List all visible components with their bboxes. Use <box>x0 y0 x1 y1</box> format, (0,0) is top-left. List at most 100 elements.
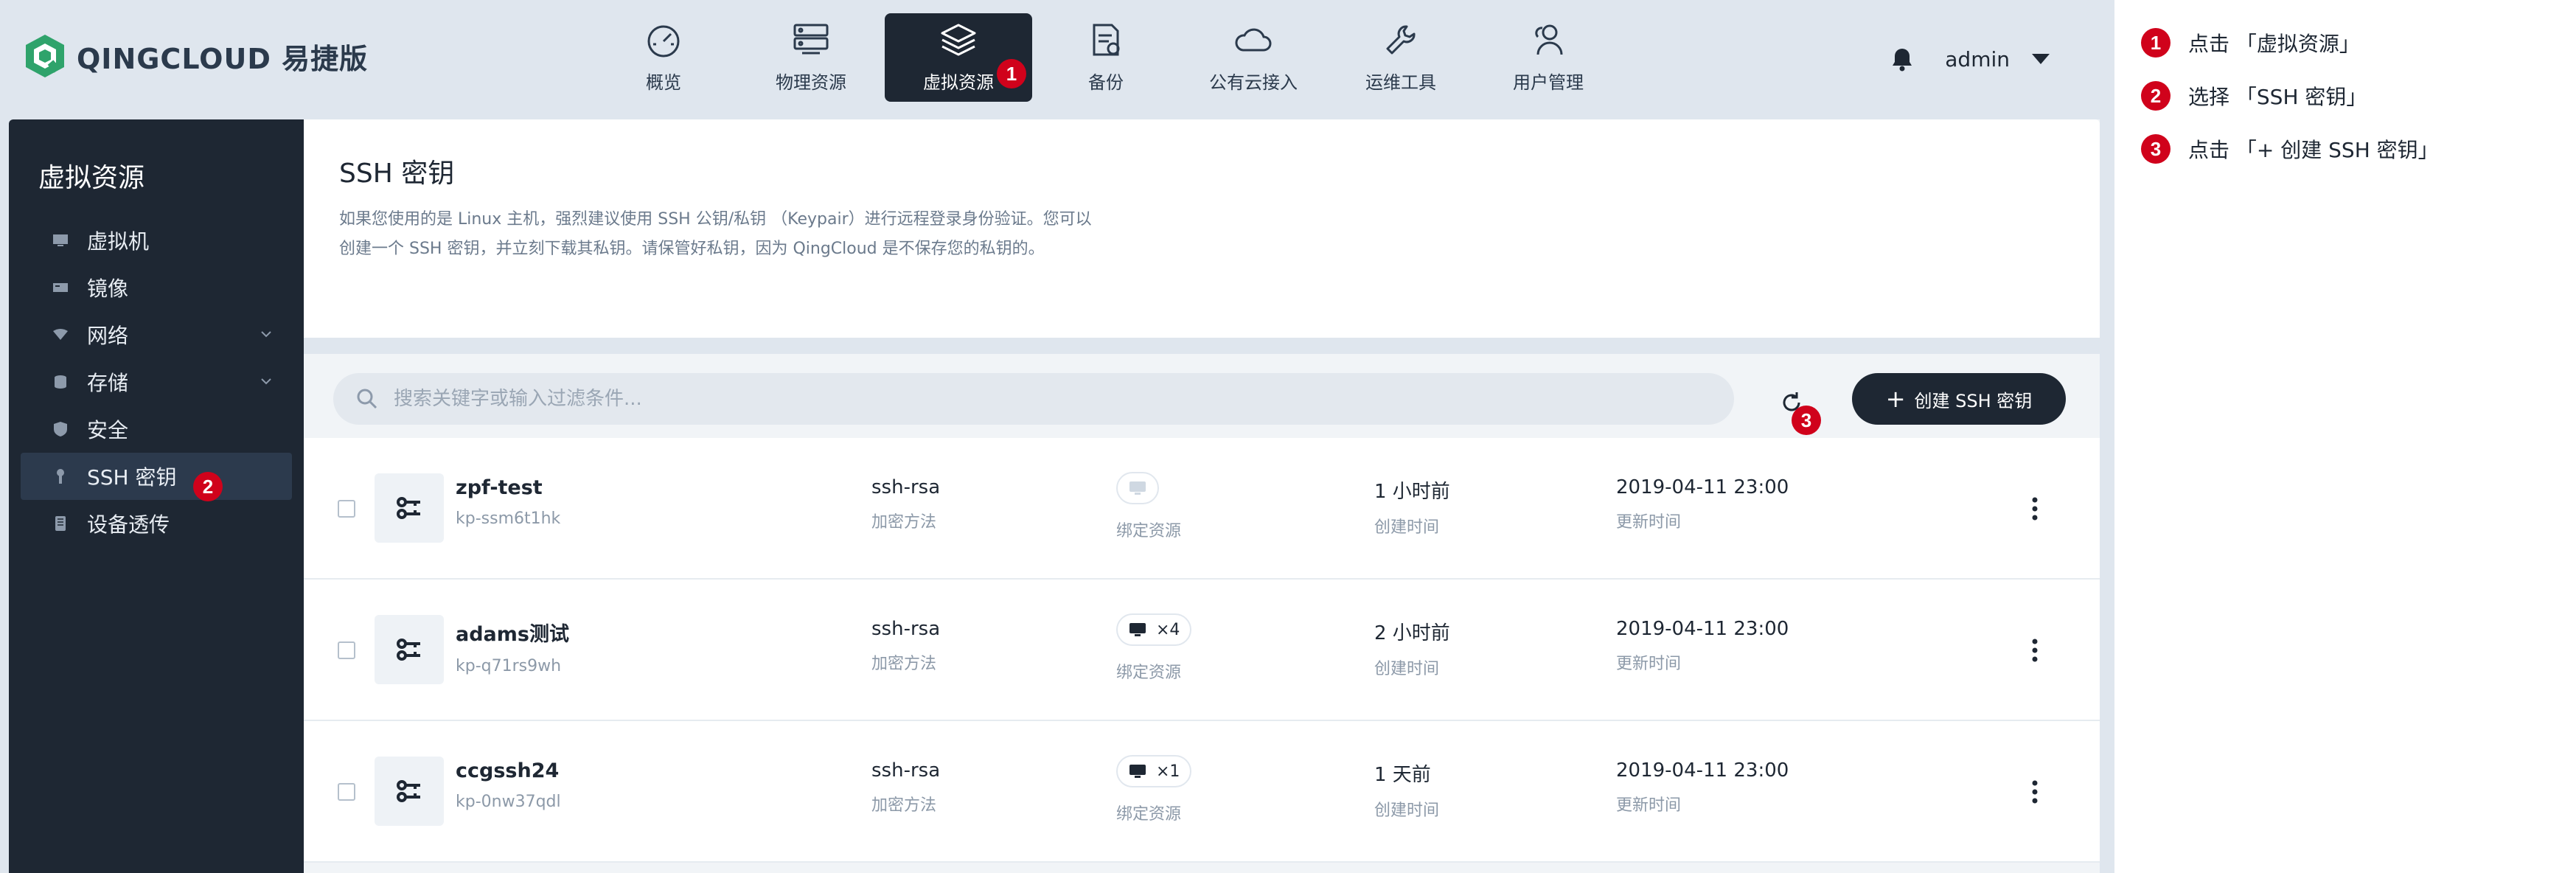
updated-label: 更新时间 <box>1616 796 1682 815</box>
monitor-icon <box>52 232 69 249</box>
key-name[interactable]: adams测试 <box>456 618 569 647</box>
created-label: 创建时间 <box>1374 660 1440 678</box>
row-checkbox[interactable] <box>338 500 355 518</box>
nav-item-public-cloud[interactable]: 公有云接入 <box>1180 13 1327 102</box>
bound-resources-badge[interactable]: ×4 <box>1116 613 1192 646</box>
step-marker-2: 2 <box>193 472 223 501</box>
step-number-badge: 1 <box>2141 28 2171 58</box>
algorithm-label: 加密方法 <box>871 796 937 815</box>
nav-item-ops-tools[interactable]: 运维工具 <box>1327 13 1475 102</box>
row-checkbox[interactable] <box>338 641 355 659</box>
nav-label: 用户管理 <box>1513 72 1584 93</box>
created-time: 1 小时前 <box>1374 481 1450 503</box>
sidebar-item-storage[interactable]: 存储 <box>21 358 292 406</box>
bell-icon[interactable] <box>1887 44 1917 74</box>
algorithm-cell: ssh-rsa 加密方法 <box>871 759 940 815</box>
bound-resources-badge[interactable] <box>1116 472 1159 504</box>
sidebar-item-images[interactable]: 镜像 <box>21 264 292 311</box>
sidebar-item-security[interactable]: 安全 <box>21 406 292 453</box>
nav-label: 物理资源 <box>776 72 846 93</box>
table-row[interactable]: ccgssh24 kp-0nw37qdl ssh-rsa 加密方法 ×1 绑定资… <box>304 721 2100 863</box>
more-options-icon[interactable] <box>2026 777 2044 807</box>
storage-icon <box>52 373 69 391</box>
description-line: 创建一个 SSH 密钥，并立刻下载其私钥。请保管好私钥，因为 QingCloud… <box>339 240 1045 258</box>
key-name[interactable]: zpf-test <box>456 476 560 499</box>
description-line: 如果您使用的是 Linux 主机，强烈建议使用 SSH 公钥/私钥 （Keypa… <box>339 210 1092 229</box>
step-text: 点击 「虚拟资源」 <box>2188 32 2360 56</box>
key-icon <box>375 473 444 543</box>
algorithm: ssh-rsa <box>871 476 941 498</box>
search-input[interactable] <box>394 388 1706 410</box>
key-name-cell: zpf-test kp-ssm6t1hk <box>456 476 560 528</box>
sidebar-item-ssh-keys[interactable]: SSH 密钥 2 <box>21 453 292 501</box>
updated-cell: 2019-04-11 23:00 更新时间 <box>1616 476 1789 532</box>
created-time: 2 小时前 <box>1374 622 1450 644</box>
key-icon <box>52 467 69 485</box>
bound-resources-label: 绑定资源 <box>1116 522 1182 540</box>
search-bar[interactable] <box>333 373 1734 425</box>
brand-logo[interactable]: QINGCLOUD 易捷版 <box>24 32 368 80</box>
step-number-badge: 2 <box>2141 81 2171 111</box>
sidebar-item-label: 镜像 <box>87 276 129 301</box>
more-options-icon[interactable] <box>2026 636 2044 665</box>
table-row[interactable]: zpf-test kp-ssm6t1hk ssh-rsa 加密方法 绑定资源 1… <box>304 438 2100 580</box>
nav-item-backup[interactable]: 备份 <box>1032 13 1180 102</box>
updated-cell: 2019-04-11 23:00 更新时间 <box>1616 618 1789 674</box>
bound-resources-cell: 绑定资源 <box>1116 472 1181 541</box>
chevron-down-icon <box>261 331 271 338</box>
nav-label: 虚拟资源 <box>923 72 994 93</box>
bound-resources-badge[interactable]: ×1 <box>1116 755 1192 787</box>
nav-item-virtual-resources[interactable]: 虚拟资源 1 <box>885 13 1032 102</box>
shield-icon <box>52 420 69 438</box>
user-menu[interactable]: admin <box>1945 47 2050 72</box>
key-icon <box>375 757 444 826</box>
step-marker-1: 1 <box>997 59 1026 88</box>
table-row[interactable]: adams测试 kp-q71rs9wh ssh-rsa 加密方法 ×4 绑定资源… <box>304 580 2100 721</box>
create-ssh-key-button[interactable]: + 创建 SSH 密钥 <box>1852 373 2066 425</box>
nav-item-overview[interactable]: 概览 <box>590 13 737 102</box>
sidebar-item-label: 设备透传 <box>87 512 170 537</box>
backup-document-icon <box>1093 24 1120 55</box>
user-area: admin <box>1887 38 2050 80</box>
sidebar-item-network[interactable]: 网络 <box>21 311 292 358</box>
updated-time: 2019-04-11 23:00 <box>1616 476 1789 498</box>
algorithm-cell: ssh-rsa 加密方法 <box>871 618 940 674</box>
instruction-step: 1 点击 「虚拟资源」 <box>2141 28 2360 58</box>
algorithm: ssh-rsa <box>871 759 941 782</box>
network-icon <box>52 326 69 344</box>
key-name[interactable]: ccgssh24 <box>456 759 561 782</box>
algorithm: ssh-rsa <box>871 618 941 640</box>
nav-label: 备份 <box>1088 72 1124 93</box>
top-bar: QINGCLOUD 易捷版 概览 物理资源 虚拟资源 1 备份 公有云接入 运维… <box>0 0 2109 118</box>
sidebar-item-label: 安全 <box>87 418 129 442</box>
sidebar-item-label: 网络 <box>87 324 129 348</box>
nav-item-user-management[interactable]: 用户管理 <box>1475 13 1622 102</box>
more-options-icon[interactable] <box>2026 494 2044 524</box>
updated-time: 2019-04-11 23:00 <box>1616 618 1789 640</box>
bound-count: ×1 <box>1156 762 1180 781</box>
app-window: QINGCLOUD 易捷版 概览 物理资源 虚拟资源 1 备份 公有云接入 运维… <box>0 0 2109 873</box>
row-checkbox[interactable] <box>338 783 355 801</box>
create-button-label: 创建 SSH 密钥 <box>1914 390 2033 411</box>
key-icon <box>375 615 444 684</box>
page-header: SSH 密钥 如果您使用的是 Linux 主机，强烈建议使用 SSH 公钥/私钥… <box>304 119 2100 338</box>
step-text: 选择 「SSH 密钥」 <box>2188 85 2367 109</box>
chevron-down-icon <box>2032 54 2050 64</box>
updated-label: 更新时间 <box>1616 513 1682 532</box>
server-icon <box>793 24 829 54</box>
monitor-icon <box>1129 481 1146 495</box>
ssh-key-list: zpf-test kp-ssm6t1hk ssh-rsa 加密方法 绑定资源 1… <box>304 438 2100 863</box>
layers-icon <box>941 24 976 55</box>
username: admin <box>1945 46 2010 72</box>
list-toolbar: 3 + 创建 SSH 密钥 <box>304 354 2100 438</box>
sidebar-item-instances[interactable]: 虚拟机 <box>21 217 292 264</box>
sidebar-item-label: SSH 密钥 <box>87 465 177 490</box>
key-id: kp-q71rs9wh <box>456 657 562 675</box>
instruction-step: 3 点击 「+ 创建 SSH 密钥」 <box>2141 134 2439 164</box>
brand-name: QINGCLOUD 易捷版 <box>77 42 369 75</box>
nav-item-physical-resources[interactable]: 物理资源 <box>737 13 885 102</box>
sidebar-item-device-passthrough[interactable]: 设备透传 <box>21 500 292 547</box>
nav-label: 运维工具 <box>1365 72 1436 93</box>
monitor-icon <box>1129 765 1146 778</box>
search-icon <box>357 389 377 409</box>
